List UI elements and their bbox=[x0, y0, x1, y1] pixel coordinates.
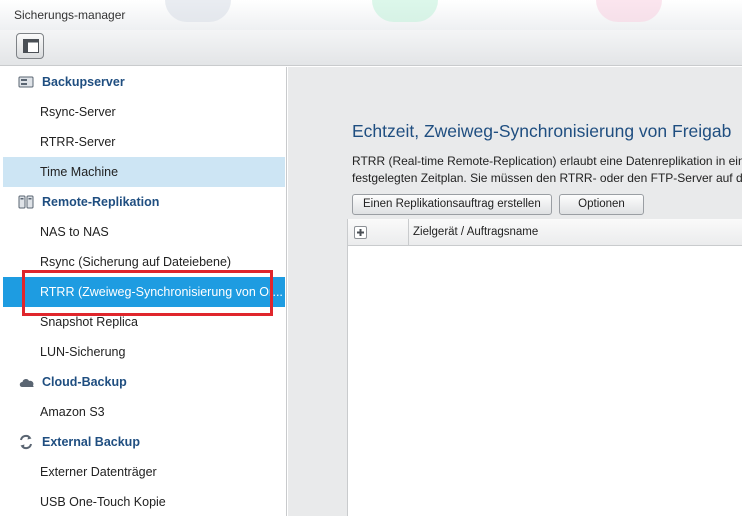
sidebar-item-rtrr-server[interactable]: RTRR-Server bbox=[3, 127, 285, 157]
table-header: Zielgerät / Auftragsname bbox=[348, 219, 742, 246]
column-header-target[interactable]: Zielgerät / Auftragsname bbox=[413, 226, 538, 238]
sidebar-item-label: Externer Datenträger bbox=[40, 465, 157, 479]
sidebar-item-label: Amazon S3 bbox=[40, 405, 105, 419]
replication-icon bbox=[18, 195, 34, 209]
sidebar-group-label: External Backup bbox=[42, 435, 140, 449]
sidebar-toggle-icon bbox=[23, 39, 39, 53]
title-bar: Sicherungs-manager bbox=[0, 0, 742, 30]
sidebar-item-rsync-server[interactable]: Rsync-Server bbox=[3, 97, 285, 127]
server-icon bbox=[18, 76, 34, 88]
main-panel: Echtzeit, Zweiweg-Synchronisierung von F… bbox=[288, 67, 742, 516]
sidebar-item-label: NAS to NAS bbox=[40, 225, 109, 239]
decorative-tab-blob bbox=[372, 0, 438, 22]
page-title: Echtzeit, Zweiweg-Synchronisierung von F… bbox=[352, 121, 732, 141]
sidebar-group-label: Remote-Replikation bbox=[42, 195, 160, 209]
sidebar-group-cloud-backup[interactable]: Cloud-Backup bbox=[3, 367, 285, 397]
sidebar-item-time-machine[interactable]: Time Machine bbox=[3, 157, 285, 187]
create-replication-job-button[interactable]: Einen Replikationsauftrag erstellen bbox=[352, 194, 552, 215]
sidebar-item-label: Snapshot Replica bbox=[40, 315, 138, 329]
sync-arrows-icon bbox=[20, 434, 32, 450]
sidebar-item-usb-one-touch[interactable]: USB One-Touch Kopie bbox=[3, 487, 285, 516]
sidebar-item-label: RTRR-Server bbox=[40, 135, 116, 149]
expand-all-button[interactable] bbox=[354, 226, 367, 239]
sidebar-group-remote-replikation[interactable]: Remote-Replikation bbox=[3, 187, 285, 217]
plus-icon bbox=[357, 229, 364, 236]
sidebar-item-label: USB One-Touch Kopie bbox=[40, 495, 166, 509]
sidebar-item-label: Rsync-Server bbox=[40, 105, 116, 119]
description-line-1: RTRR (Real-time Remote-Replication) erla… bbox=[352, 154, 742, 168]
window-title: Sicherungs-manager bbox=[14, 8, 126, 22]
sidebar-item-label: LUN-Sicherung bbox=[40, 345, 126, 359]
annotation-highlight-box bbox=[22, 270, 273, 316]
sidebar-group-label: Backupserver bbox=[42, 75, 125, 89]
toolbar bbox=[0, 30, 742, 66]
options-button[interactable]: Optionen bbox=[559, 194, 644, 215]
sidebar-group-backupserver[interactable]: Backupserver bbox=[3, 67, 285, 97]
sidebar-toggle-button[interactable] bbox=[16, 33, 44, 59]
cloud-icon bbox=[19, 379, 34, 387]
sidebar-group-external-backup[interactable]: External Backup bbox=[3, 427, 285, 457]
sidebar-item-lun-sicherung[interactable]: LUN-Sicherung bbox=[3, 337, 285, 367]
decorative-tab-blob bbox=[596, 0, 662, 22]
sidebar-item-label: Time Machine bbox=[40, 165, 119, 179]
sidebar-item-amazon-s3[interactable]: Amazon S3 bbox=[3, 397, 285, 427]
sidebar-item-label: Rsync (Sicherung auf Dateiebene) bbox=[40, 255, 232, 269]
description-line-2: festgelegten Zeitplan. Sie müssen den RT… bbox=[352, 171, 742, 185]
sidebar-item-externer-datentraeger[interactable]: Externer Datenträger bbox=[3, 457, 285, 487]
column-divider bbox=[408, 219, 409, 246]
decorative-tab-blob bbox=[165, 0, 231, 22]
sidebar-item-nas-to-nas[interactable]: NAS to NAS bbox=[3, 217, 285, 247]
sidebar-group-label: Cloud-Backup bbox=[42, 375, 127, 389]
replication-jobs-table: Zielgerät / Auftragsname bbox=[347, 219, 742, 516]
